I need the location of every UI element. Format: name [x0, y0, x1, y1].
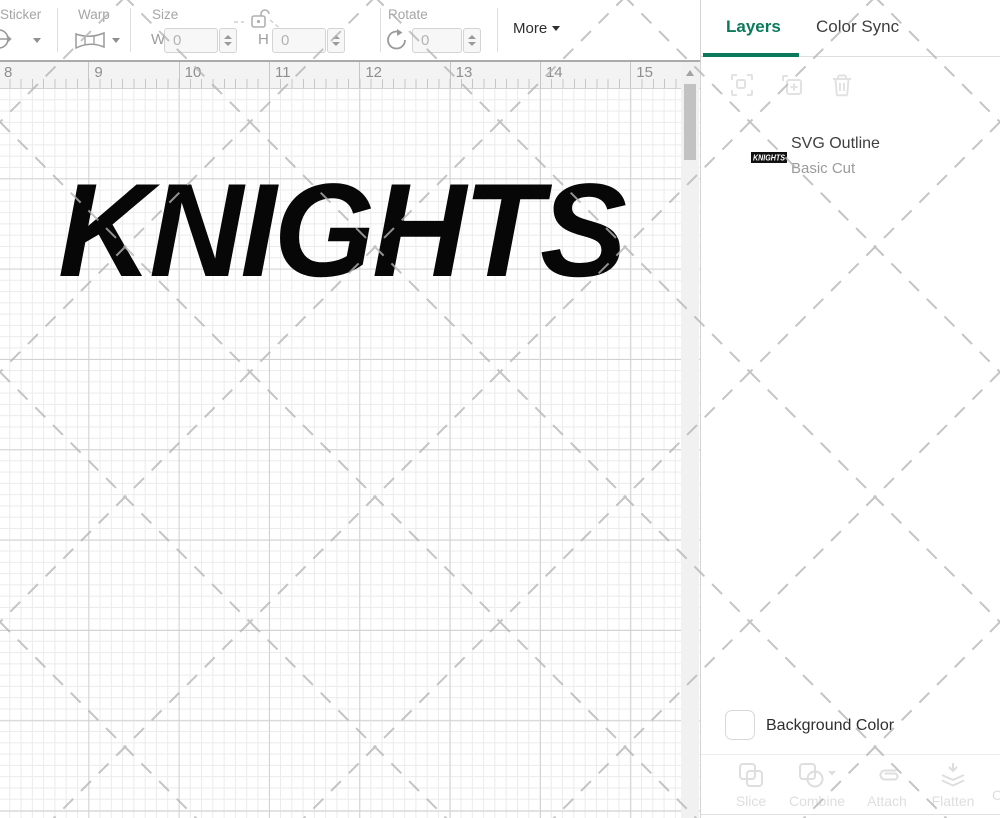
attach-label: Attach — [867, 793, 907, 809]
scroll-up-icon[interactable] — [686, 70, 694, 76]
step-up-icon[interactable] — [332, 35, 340, 39]
step-up-icon[interactable] — [468, 35, 476, 39]
layers-panel: Layers Color Sync KNIGHTS SVG Outline Ba… — [700, 0, 1000, 818]
sticker-caret-icon[interactable] — [33, 38, 41, 43]
trash-icon[interactable] — [829, 72, 855, 98]
rotate-label: Rotate — [388, 7, 428, 22]
step-down-icon[interactable] — [332, 42, 340, 46]
toolbar-divider — [380, 8, 381, 52]
slice-label: Slice — [735, 793, 767, 809]
add-layer-icon[interactable] — [779, 72, 805, 98]
layer-subtitle: Basic Cut — [791, 160, 856, 177]
svg-text:KNIGHTS: KNIGHTS — [58, 174, 626, 290]
more-button[interactable]: More — [513, 20, 561, 37]
background-color-row: Background Color — [701, 702, 1000, 754]
canvas-vertical-scrollbar[interactable] — [681, 62, 699, 818]
step-up-icon[interactable] — [224, 35, 232, 39]
width-input[interactable]: 0 — [164, 28, 218, 53]
flatten-label: Flatten — [931, 793, 975, 809]
attach-button[interactable]: Attach — [855, 761, 919, 809]
warp-icon[interactable] — [74, 29, 106, 51]
scrollbar-thumb[interactable] — [684, 84, 696, 160]
sticker-icon[interactable] — [0, 26, 14, 52]
slice-icon — [739, 763, 763, 787]
artwork-knights-text[interactable]: KNIGHTS — [46, 174, 646, 290]
panel-tabs: Layers Color Sync — [701, 0, 1000, 57]
select-all-icon[interactable] — [729, 72, 755, 98]
horizontal-ruler: 8 9 10 11 12 13 14 15 — [0, 60, 700, 88]
combine-label: Combine — [788, 793, 846, 809]
size-label: Size — [152, 7, 179, 22]
height-input[interactable]: 0 — [272, 28, 326, 53]
rotate-input[interactable]: 0 — [412, 28, 462, 53]
more-caret-icon — [552, 26, 561, 31]
active-tab-underline — [703, 53, 799, 57]
combine-button[interactable]: Combine — [785, 761, 849, 809]
tab-layers[interactable]: Layers — [726, 17, 781, 37]
rotate-icon[interactable] — [384, 27, 410, 53]
height-label: H — [258, 31, 269, 48]
layer-row-svg-outline[interactable]: KNIGHTS SVG Outline Basic Cut — [701, 130, 1000, 188]
ruler-minor-ticks — [0, 79, 700, 88]
layer-thumbnail: KNIGHTS — [751, 152, 787, 163]
tab-color-sync[interactable]: Color Sync — [816, 17, 899, 37]
app-root: Sticker Warp Size W 0 H 0 Rotate 0 More … — [0, 0, 1000, 818]
background-color-label: Background Color — [766, 717, 895, 734]
warp-label: Warp — [78, 7, 110, 22]
slice-button[interactable]: Slice — [719, 761, 783, 809]
toolbar-divider — [57, 8, 58, 52]
combine-icon — [799, 763, 836, 788]
step-down-icon[interactable] — [224, 42, 232, 46]
more-label: More — [513, 20, 548, 37]
svg-text:KNIGHTS: KNIGHTS — [753, 154, 786, 163]
sticker-label: Sticker — [0, 7, 42, 22]
combine-toolbar: Slice Combine Attach Flatten C — [701, 754, 1000, 815]
flatten-icon — [941, 763, 965, 787]
toolbar-divider — [130, 8, 131, 52]
background-color-swatch[interactable] — [725, 710, 755, 740]
toolbar-divider — [497, 8, 498, 52]
layer-title: SVG Outline — [791, 135, 880, 152]
warp-caret-icon[interactable] — [112, 38, 120, 43]
contour-button-partial[interactable]: C — [992, 787, 1000, 803]
rotate-stepper[interactable] — [463, 28, 481, 53]
edit-toolbar: Sticker Warp Size W 0 H 0 Rotate 0 More — [0, 0, 700, 60]
attach-icon — [879, 769, 899, 781]
layer-actions — [729, 72, 855, 98]
step-down-icon[interactable] — [468, 42, 476, 46]
height-stepper[interactable] — [327, 28, 345, 53]
flatten-button[interactable]: Flatten — [921, 761, 985, 809]
